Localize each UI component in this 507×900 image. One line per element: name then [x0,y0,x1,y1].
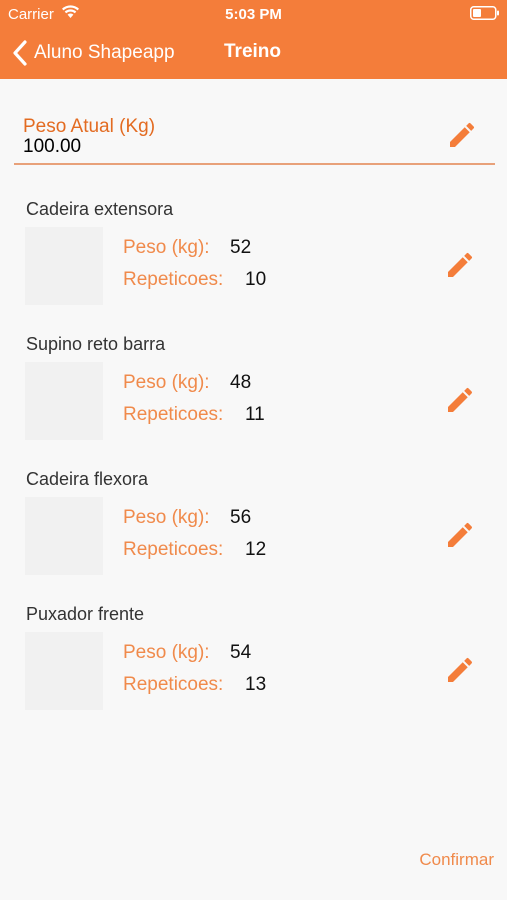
back-label: Aluno Shapeapp [34,42,175,63]
back-chevron-icon [13,40,27,66]
page-title: Treino [224,41,282,62]
exercise-name: Supino reto barra [26,334,166,354]
weight-value: 48 [230,372,252,393]
screen: Carrier 5:03 PM Aluno Shapeapp Treino Pe… [0,0,507,900]
reps-value: 11 [245,404,265,425]
weight-label: Peso (kg): [123,237,210,258]
exercise-reps-row: Repeticoes: 11 [123,404,265,426]
exercise-image [25,632,103,710]
reps-value: 12 [245,539,267,560]
reps-value: 10 [245,269,267,290]
edit-exercise-icon[interactable] [444,654,476,686]
clock: 5:03 PM [225,6,282,23]
header: Carrier 5:03 PM Aluno Shapeapp Treino [0,0,507,79]
weight-value: 54 [230,642,252,663]
weight-value: 52 [230,237,252,258]
reps-value: 13 [245,674,267,695]
exercise-image [25,227,103,305]
weight-field-underline [14,163,495,165]
nav-bar: Aluno Shapeapp Treino [0,28,507,79]
exercise-reps-row: Repeticoes: 13 [123,674,266,696]
weight-label: Peso (kg): [123,372,210,393]
exercise-reps-row: Repeticoes: 10 [123,269,266,291]
edit-weight-icon[interactable] [446,119,478,151]
exercise-item: Puxador frente Peso (kg): 54 Repeticoes:… [0,604,507,739]
exercise-weight-row: Peso (kg): 56 [123,507,251,529]
edit-exercise-icon[interactable] [444,519,476,551]
edit-exercise-icon[interactable] [444,249,476,281]
exercise-image [25,497,103,575]
exercise-name: Cadeira extensora [26,199,174,219]
reps-label: Repeticoes: [123,269,224,290]
reps-label: Repeticoes: [123,404,224,425]
reps-label: Repeticoes: [123,539,224,560]
current-weight-field[interactable]: Peso Atual (Kg) 100.00 [0,79,507,169]
battery-icon [470,6,499,20]
exercise-weight-row: Peso (kg): 52 [123,237,251,259]
weight-label: Peso (kg): [123,507,210,528]
edit-exercise-icon[interactable] [444,384,476,416]
exercise-weight-row: Peso (kg): 54 [123,642,251,664]
exercise-name: Cadeira flexora [26,469,149,489]
exercise-name: Puxador frente [26,604,145,624]
exercise-reps-row: Repeticoes: 12 [123,539,266,561]
confirm-button[interactable]: Confirmar [419,850,494,870]
current-weight-label: Peso Atual (Kg) [23,116,156,137]
exercise-item: Cadeira extensora Peso (kg): 52 Repetico… [0,199,507,334]
status-bar: Carrier 5:03 PM [0,0,507,28]
exercise-image [25,362,103,440]
exercise-item: Supino reto barra Peso (kg): 48 Repetico… [0,334,507,469]
weight-label: Peso (kg): [123,642,210,663]
reps-label: Repeticoes: [123,674,224,695]
exercise-weight-row: Peso (kg): 48 [123,372,251,394]
current-weight-value[interactable]: 100.00 [23,136,81,158]
back-button[interactable]: Aluno Shapeapp [12,38,175,68]
weight-value: 56 [230,507,252,528]
exercise-item: Cadeira flexora Peso (kg): 56 Repeticoes… [0,469,507,604]
